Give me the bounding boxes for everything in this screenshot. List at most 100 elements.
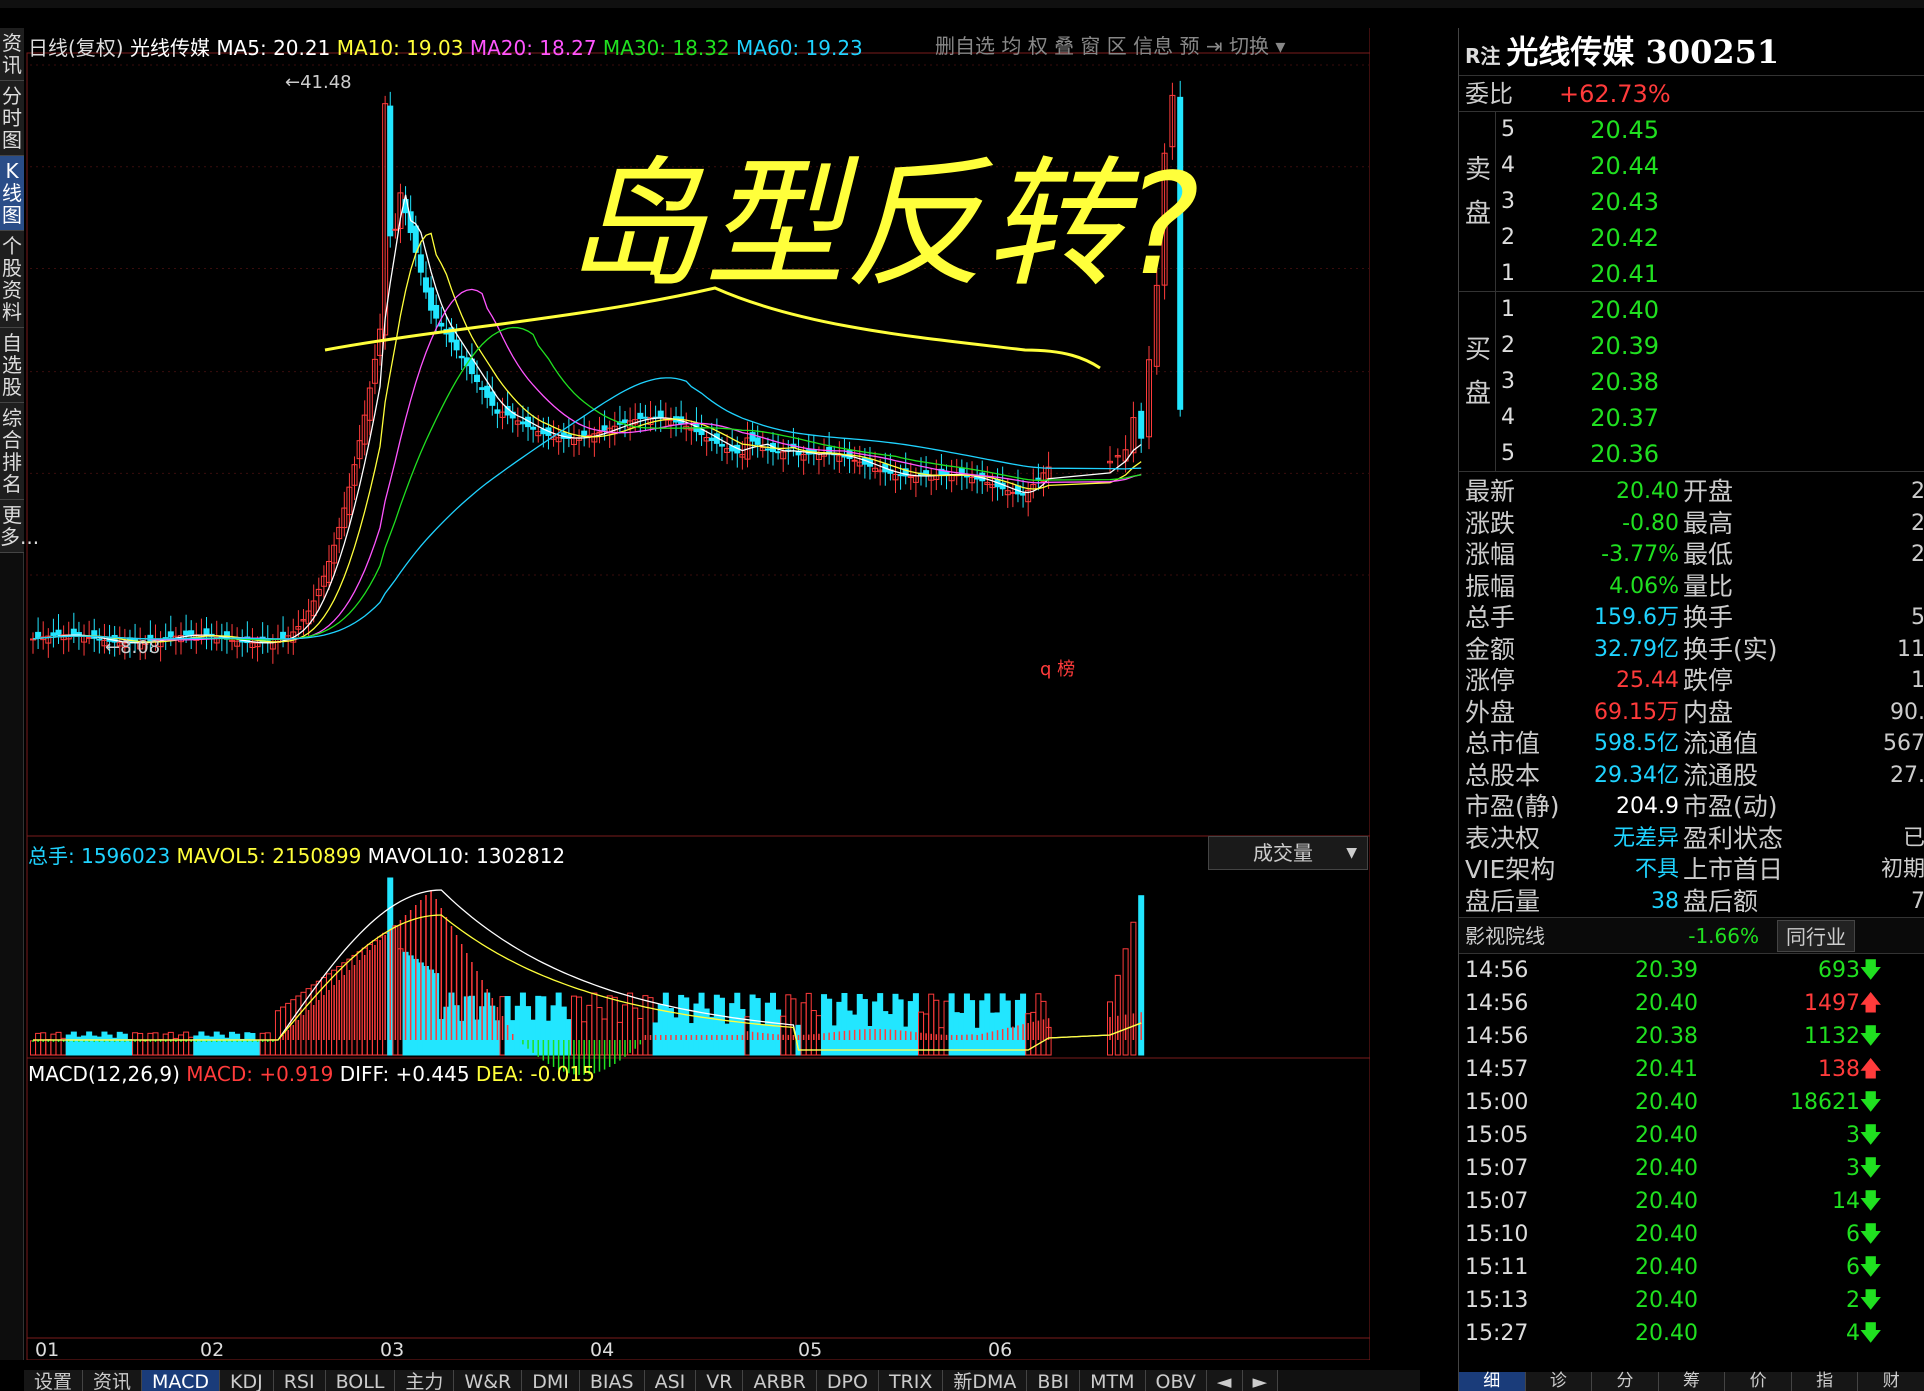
quote-value: 598.5亿: [1594, 731, 1679, 756]
volume-bar: [698, 992, 705, 1056]
rail-tab[interactable]: 更多...: [0, 500, 39, 553]
candle-body: [1009, 491, 1016, 494]
volume-bar: [749, 994, 756, 1056]
quote-value: 29.34亿: [1594, 762, 1679, 788]
indicator-tab[interactable]: OBV: [1145, 1370, 1207, 1391]
right-tab[interactable]: 财: [1858, 1372, 1924, 1391]
volume-bar: [805, 992, 812, 1056]
book-row[interactable]: 4 20.37: [1459, 400, 1924, 436]
chart-toolbar[interactable]: 删自选 均 权 叠 窗 区 信息 预 ⇥ 切换 ▾: [935, 30, 1285, 59]
tick-time: 14:56: [1465, 958, 1529, 983]
right-tab[interactable]: 诊: [1525, 1372, 1593, 1391]
ma60-value: MA60: 19.23: [736, 36, 863, 60]
candle-body: [86, 636, 93, 639]
volume-bar: [116, 1031, 123, 1056]
indicator-tab[interactable]: 设置: [24, 1370, 84, 1391]
indicator-tab[interactable]: BBI: [1027, 1370, 1081, 1391]
arrow-down-icon: 🡇: [1859, 1123, 1882, 1148]
rail-tab[interactable]: 自选股: [0, 328, 24, 403]
book-row[interactable]: 3 20.43: [1459, 184, 1924, 220]
rail-tab[interactable]: 综合排名: [0, 403, 24, 500]
ma20-line: [32, 288, 1142, 641]
indicator-tab[interactable]: ►: [1242, 1370, 1279, 1391]
right-tab[interactable]: 细: [1459, 1372, 1526, 1391]
book-row[interactable]: 3 20.38: [1459, 364, 1924, 400]
book-row[interactable]: 1 20.40: [1459, 292, 1924, 328]
indicator-tab[interactable]: BIAS: [579, 1370, 645, 1391]
indicator-tab[interactable]: KDJ: [220, 1370, 274, 1391]
book-row[interactable]: 5 20.45: [1459, 112, 1924, 148]
rank-badge[interactable]: q 榜: [1040, 659, 1075, 680]
indicator-tab[interactable]: ◄: [1206, 1370, 1243, 1391]
indicator-tab[interactable]: DMI: [522, 1370, 580, 1391]
same-industry-button[interactable]: 同行业: [1777, 920, 1855, 952]
volume-bar: [162, 1033, 169, 1056]
candle-body: [188, 630, 195, 636]
indicator-tab[interactable]: TRIX: [878, 1370, 944, 1391]
sell-order-book: 卖盘 5 20.45 4 20.44 3 20.43 2 20.42 1 20.41: [1459, 112, 1924, 292]
right-tab[interactable]: 分: [1592, 1372, 1659, 1391]
volume-bar: [775, 1009, 782, 1056]
sector-row[interactable]: 影视院线 -1.66% 同行业: [1459, 918, 1924, 954]
volume-bar: [948, 993, 955, 1056]
tick-row: 15:10 20.40 6 🡇: [1459, 1218, 1924, 1251]
indicator-select-label: 成交量: [1253, 841, 1313, 865]
indicator-select[interactable]: 成交量 ▼: [1208, 836, 1368, 870]
date-axis-label: 05: [798, 1339, 822, 1360]
volume-bar: [810, 1010, 817, 1056]
indicator-tab[interactable]: 新DMA: [943, 1370, 1028, 1391]
indicator-tab[interactable]: RSI: [273, 1370, 326, 1391]
quote-label: 总手: [1465, 603, 1516, 632]
kline-chart-svg[interactable]: 43.3437.1831.0224.7818.6212.47←41.48 ←8.0…: [25, 28, 1370, 1360]
indicator-tab[interactable]: DPO: [816, 1370, 879, 1391]
indicator-tab[interactable]: VR: [696, 1370, 744, 1391]
quote-value-2: 1: [1911, 668, 1924, 693]
indicator-tab[interactable]: MTM: [1080, 1370, 1146, 1391]
volume-bar: [800, 1002, 807, 1056]
volume-bar: [259, 1032, 266, 1056]
volume-bar: [739, 1009, 746, 1056]
book-row[interactable]: 2 20.39: [1459, 328, 1924, 364]
tick-volume: 3: [1846, 1156, 1860, 1181]
book-row[interactable]: 5 20.36: [1459, 436, 1924, 472]
book-row[interactable]: 1 20.41: [1459, 256, 1924, 292]
volume-bars: [30, 877, 1145, 1056]
rail-tab[interactable]: 个股资料: [0, 231, 24, 328]
indicator-tab[interactable]: 主力: [395, 1370, 455, 1391]
indicator-tab[interactable]: W&R: [454, 1370, 523, 1391]
book-row[interactable]: 4 20.44: [1459, 148, 1924, 184]
quote-value: 38: [1651, 888, 1679, 914]
indicator-tab[interactable]: MACD: [142, 1370, 220, 1391]
right-tab[interactable]: 筹: [1658, 1372, 1726, 1391]
candle-body: [474, 374, 481, 383]
volume-bar: [938, 1027, 945, 1056]
rail-tab[interactable]: 资讯: [0, 28, 24, 81]
arrow-up-icon: 🡅: [1859, 1057, 1882, 1082]
tick-row: 15:11 20.40 6 🡇: [1459, 1251, 1924, 1284]
right-tab[interactable]: 指: [1791, 1372, 1859, 1391]
book-row[interactable]: 2 20.42: [1459, 220, 1924, 256]
volume-bar: [40, 1032, 47, 1056]
quote-label-2: 市盈(动): [1683, 792, 1778, 821]
macd-panel-header: MACD(12,26,9) MACD: +0.919 DIFF: +0.445 …: [28, 1062, 595, 1086]
volume-bar: [754, 998, 761, 1056]
right-tab[interactable]: 价: [1725, 1372, 1792, 1391]
quote-value: 159.6万: [1594, 605, 1679, 630]
volume-bar: [86, 1031, 93, 1056]
candle-body: [438, 322, 445, 327]
candle-body: [433, 304, 440, 319]
book-price: 20.38: [1590, 368, 1659, 396]
indicator-tab[interactable]: BOLL: [325, 1370, 396, 1391]
indicator-tab[interactable]: ARBR: [743, 1370, 817, 1391]
tick-price: 20.40: [1635, 1222, 1698, 1247]
volume-bar: [637, 1017, 644, 1056]
rail-tab[interactable]: 分时图: [0, 81, 24, 156]
candle-body: [422, 277, 429, 293]
rail-tab[interactable]: K线图: [0, 156, 24, 231]
volume-bar: [647, 997, 654, 1056]
volume-bar: [953, 1012, 960, 1056]
chart-area[interactable]: 43.3437.1831.0224.7818.6212.47←41.48 ←8.0…: [25, 28, 1370, 1360]
indicator-tab[interactable]: 资讯: [83, 1370, 143, 1391]
indicator-tab[interactable]: ASI: [644, 1370, 697, 1391]
volume-bar: [678, 994, 685, 1056]
